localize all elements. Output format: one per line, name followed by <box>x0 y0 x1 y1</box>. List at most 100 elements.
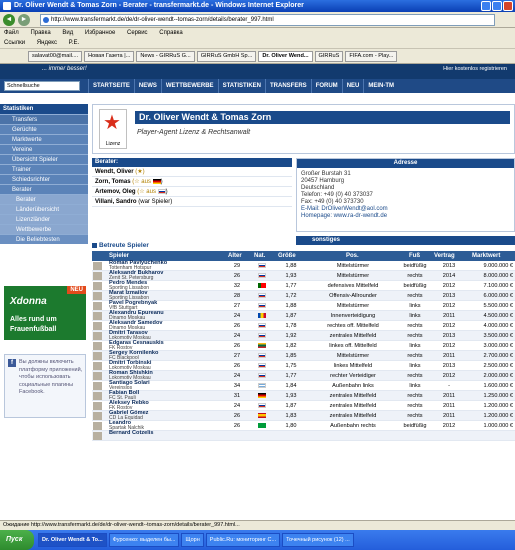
player-market-value: 3.000.000 € <box>483 343 513 349</box>
taskbar-item-folder[interactable]: Щорн <box>181 533 204 547</box>
forward-arrow-icon[interactable]: ► <box>18 14 30 26</box>
sidebar-subitem-laender[interactable]: Länderübersicht <box>0 204 88 214</box>
player-row[interactable]: Bernard Cotzelis <box>92 430 515 441</box>
col-vertrag[interactable]: Vertrag <box>434 251 455 261</box>
player-row[interactable]: Roman Shishkin Lokomotiv Moskau 24 1,77 rech… <box>92 370 515 381</box>
nav-transfers[interactable]: TRANSFERS <box>265 79 311 93</box>
sidebar-item-spieler[interactable]: Übersicht Spieler <box>0 154 88 164</box>
advisor-row[interactable]: Wendt, Oliver (★) <box>92 167 292 177</box>
player-market-value: 4.500.000 € <box>483 313 513 319</box>
nav-wettbewerbe[interactable]: WETTBEWERBE <box>160 79 218 93</box>
player-photo <box>93 312 102 320</box>
advisor-row[interactable]: Zorn, Tomas (☆ aus ) <box>92 177 292 187</box>
tab-novaya-gazeta[interactable]: Новая Газета |... <box>84 51 135 62</box>
player-row[interactable]: Pedro Mendes Sporting Lissabon 32 1,77 defen… <box>92 280 515 291</box>
taskbar-item-fursenko[interactable]: Фурсенко: выделен бы... <box>108 533 180 547</box>
sidebar-item-geruechte[interactable]: Gerüchte <box>0 124 88 134</box>
taskbar-item-public[interactable]: Public.Ru: мониторинг С... <box>205 533 281 547</box>
col-pos[interactable]: Pos. <box>346 251 359 261</box>
player-name[interactable]: Bernard Cotzelis <box>109 430 153 436</box>
nav-neu[interactable]: NEU <box>341 79 364 93</box>
player-contract: 2012 <box>442 423 456 429</box>
player-row[interactable]: Aleksey Rebko FK Rostov 24 1,87 zentrales Mi… <box>92 400 515 411</box>
sidebar-item-marktwerte[interactable]: Marktwerte <box>0 134 88 144</box>
player-height: 1,87 <box>285 403 297 409</box>
facebook-plugin-box: f Вы должны включить платформу приложени… <box>4 354 86 418</box>
player-row[interactable]: Fabian Boll FC St. Pauli 31 1,93 zentrales M… <box>92 390 515 401</box>
menu-help[interactable]: Справка <box>159 30 183 36</box>
link-yandex[interactable]: Яндекс <box>37 40 57 46</box>
sidebar-subitem-lizenz[interactable]: Lizenzländer <box>0 214 88 224</box>
tab-wendt[interactable]: Dr. Oliver Wend... <box>258 51 313 62</box>
player-position: zentrales Mittelfeld <box>329 413 377 419</box>
tab-mail[interactable]: salavat00@mail.... <box>28 51 83 62</box>
player-row[interactable]: Santiago Solari Vereinslos 34 1,84 Außenbahn… <box>92 380 515 391</box>
player-position: zentrales Mittelfeld <box>329 403 377 409</box>
nationality-flag-icon <box>258 283 266 288</box>
quick-search-input[interactable]: Schnellsuche <box>4 81 80 91</box>
ie-app-icon <box>3 2 11 10</box>
player-row[interactable]: Gabriel Gómez CD La Equidad 26 1,83 zentrale… <box>92 410 515 421</box>
player-row[interactable]: Sergey Kornilenko FC Blackpool 27 1,85 Mitte… <box>92 350 515 361</box>
tab-fifa[interactable]: FIFA.com - Play... <box>345 51 398 62</box>
maximize-button[interactable] <box>492 1 502 11</box>
sidebar-subitem-berater[interactable]: Berater <box>0 194 88 204</box>
nav-forum[interactable]: FORUM <box>310 79 342 93</box>
homepage-link[interactable]: Homepage: www.ra-dr-wendt.de <box>301 213 510 220</box>
menu-file[interactable]: Файл <box>4 30 19 36</box>
player-row[interactable]: Dmitri Torbinski Lokomotiv Moskau 26 1,75 li… <box>92 360 515 371</box>
player-market-value: 4.000.000 € <box>483 323 513 329</box>
player-age: 26 <box>233 413 241 419</box>
sidebar-subitem-beliebteste[interactable]: Die Beliebtesten <box>0 234 88 244</box>
sidebar-subitem-wettbewerbe[interactable]: Wettbewerbe <box>0 224 88 234</box>
nav-startseite[interactable]: STARTSEITE <box>88 79 134 93</box>
col-fuss[interactable]: Fuß <box>409 251 420 261</box>
back-arrow-icon[interactable]: ◄ <box>3 14 15 26</box>
close-button[interactable] <box>503 1 513 11</box>
sidebar-item-schiedsrichter[interactable]: Schiedsrichter <box>0 174 88 184</box>
player-row[interactable]: Aleksandr Samedov Dinamo Moskau 26 1,78 rech… <box>92 320 515 331</box>
player-age: 28 <box>233 293 241 299</box>
xdonna-ad-banner[interactable]: NEU Xdonna Alles rund um Frauenfußball <box>4 286 86 340</box>
tab-girrus[interactable]: GIRRuS <box>314 51 344 62</box>
minimize-button[interactable] <box>481 1 491 11</box>
site-tagline: ... immer besser! <box>42 66 87 72</box>
taskbar-item-paint[interactable]: Точечный рисунок (12) ... <box>282 533 354 547</box>
advisor-row[interactable]: Villani, Sandro (war Spieler) <box>92 197 292 207</box>
col-alter[interactable]: Alter <box>228 251 242 261</box>
url-input[interactable]: http://www.transfermarkt.de/de/dr-oliver… <box>40 14 495 26</box>
sidebar-item-trainer[interactable]: Trainer <box>0 164 88 174</box>
player-row[interactable]: Leandro Spartak Nalchik 26 1,80 Außenbahn re… <box>92 420 515 431</box>
player-row[interactable]: Aleksandr Bukharov Zenit St. Petersburg 26… <box>92 270 515 281</box>
player-height: 1,77 <box>285 283 297 289</box>
player-position: linkes Mittelfeld <box>333 363 373 369</box>
nav-news[interactable]: NEWS <box>133 79 161 93</box>
player-position: Mittelstürmer <box>336 263 370 269</box>
sidebar-item-berater[interactable]: Berater <box>0 184 88 194</box>
nationality-flag-icon <box>258 313 266 318</box>
links-bar: Ссылки Яндекс P.E. <box>0 38 515 49</box>
menu-edit[interactable]: Правка <box>30 30 50 36</box>
menu-tools[interactable]: Сервис <box>127 30 148 36</box>
sidebar-item-vereine[interactable]: Vereine <box>0 144 88 154</box>
start-button[interactable]: Пуск <box>0 530 34 550</box>
link-pe[interactable]: P.E. <box>69 40 80 46</box>
player-contract: 2011 <box>442 313 456 319</box>
player-photo <box>93 272 102 280</box>
taskbar-item-ie[interactable]: Dr. Oliver Wendt & To... <box>38 533 107 547</box>
player-foot: links <box>409 383 421 389</box>
email-link[interactable]: E-Mail: DrOliverWendt@aol.com <box>301 206 510 213</box>
sidebar-item-transfers[interactable]: Transfers <box>0 114 88 124</box>
advisor-row[interactable]: Artemov, Oleg (☆ aus ) <box>92 187 292 197</box>
tab-girrus-gmbh[interactable]: GIRRuS GmbH Sp... <box>196 51 257 62</box>
player-foot: links <box>409 363 421 369</box>
tab-girrus-news[interactable]: News - GIRRuS G... <box>136 51 195 62</box>
nav-statistiken[interactable]: STATISTIKEN <box>217 79 265 93</box>
nav-mein-tm[interactable]: MEIN-TM <box>363 79 398 93</box>
col-groesse[interactable]: Größe <box>278 251 296 261</box>
menu-view[interactable]: Вид <box>62 30 73 36</box>
col-marktwert[interactable]: Marktwert <box>472 251 500 261</box>
menu-favorites[interactable]: Избранное <box>85 30 115 36</box>
col-nat[interactable]: Nat. <box>254 251 265 261</box>
register-link[interactable]: Hier kostenlos registrieren <box>443 66 507 72</box>
